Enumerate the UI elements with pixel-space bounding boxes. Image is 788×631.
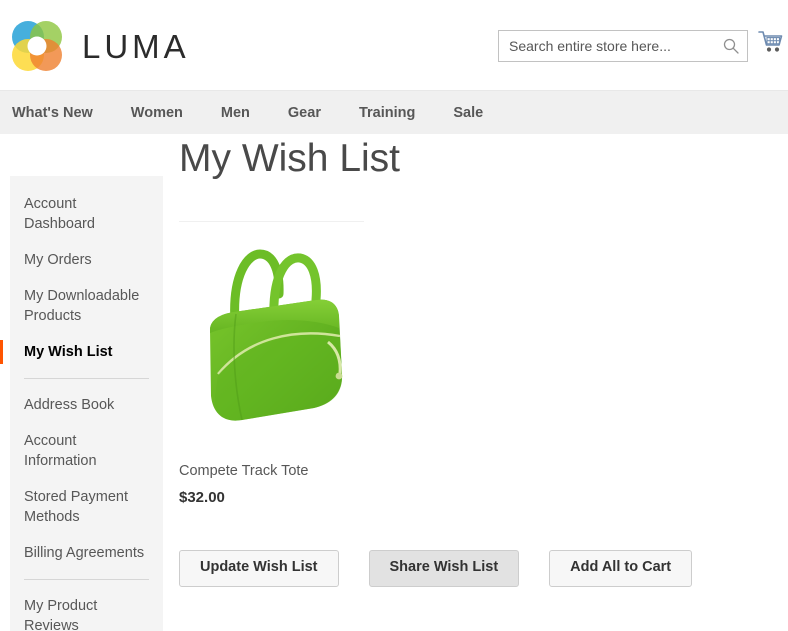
add-all-to-cart-button[interactable]: Add All to Cart: [549, 550, 693, 587]
wishlist-actions: Update Wish List Share Wish List Add All…: [179, 550, 778, 587]
nav-item-training[interactable]: Training: [340, 91, 434, 135]
brand-name: LUMA: [82, 27, 190, 65]
product-image[interactable]: [179, 227, 364, 441]
nav-item-men[interactable]: Men: [202, 91, 269, 135]
sidebar-divider: [24, 378, 149, 379]
nav-item-whats-new[interactable]: What's New: [8, 91, 112, 135]
sidebar-item-my-orders[interactable]: My Orders: [10, 250, 163, 270]
main-navigation: What's New Women Men Gear Training Sale: [0, 90, 788, 134]
site-logo[interactable]: LUMA: [8, 17, 190, 75]
sidebar-item-account-dashboard[interactable]: Account Dashboard: [10, 194, 163, 234]
share-wish-list-button[interactable]: Share Wish List: [368, 550, 520, 587]
sidebar-item-my-downloadable-products[interactable]: My Downloadable Products: [10, 286, 163, 326]
search-box[interactable]: [498, 30, 748, 62]
sidebar-item-account-information[interactable]: Account Information: [10, 431, 163, 471]
update-wish-list-button[interactable]: Update Wish List: [179, 550, 339, 587]
product-price: $32.00: [179, 489, 225, 507]
product-name[interactable]: Compete Track Tote: [179, 463, 364, 480]
sidebar-item-my-wish-list[interactable]: My Wish List: [0, 340, 163, 364]
page-body: Account Dashboard My Orders My Downloada…: [0, 134, 788, 631]
sidebar-item-address-book[interactable]: Address Book: [10, 395, 163, 415]
main-content: My Wish List Compete Track Tote $32.00 U…: [179, 137, 778, 587]
account-sidebar: Account Dashboard My Orders My Downloada…: [0, 176, 163, 631]
sidebar-item-billing-agreements[interactable]: Billing Agreements: [10, 543, 163, 563]
page-title: My Wish List: [179, 137, 401, 180]
search-icon[interactable]: [715, 31, 747, 61]
nav-item-women[interactable]: Women: [112, 91, 202, 135]
shopping-cart-icon[interactable]: [758, 30, 784, 58]
search-input[interactable]: [499, 31, 715, 61]
sidebar-item-stored-payment-methods[interactable]: Stored Payment Methods: [10, 487, 163, 527]
sidebar-item-my-product-reviews[interactable]: My Product Reviews: [10, 596, 163, 631]
nav-item-gear[interactable]: Gear: [269, 91, 340, 135]
wishlist-grid: Compete Track Tote $32.00: [179, 220, 778, 507]
wishlist-item: Compete Track Tote $32.00: [179, 220, 364, 507]
site-header: LUMA: [0, 0, 788, 90]
luma-flower-logo-icon: [8, 17, 66, 75]
sidebar-divider: [24, 579, 149, 580]
nav-item-sale[interactable]: Sale: [434, 91, 502, 135]
